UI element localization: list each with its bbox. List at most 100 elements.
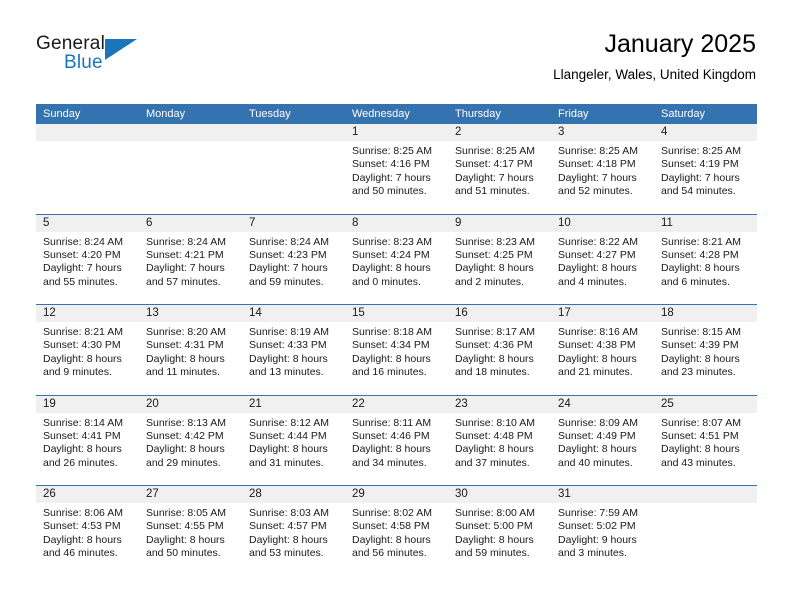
day-sun-info: Sunrise: 8:23 AM Sunset: 4:24 PM Daylight:…	[345, 232, 448, 290]
daylight-text-line1: Daylight: 7 hours	[558, 171, 637, 184]
sunset-text: Sunset: 4:36 PM	[455, 339, 533, 352]
calendar-day-cell[interactable]: 18 Sunrise: 8:15 AM Sunset: 4:39 PM Dayligh…	[654, 305, 757, 395]
sunset-text: Sunset: 4:58 PM	[352, 520, 430, 533]
day-number: 10	[551, 214, 654, 232]
sunset-text: Sunset: 5:00 PM	[455, 520, 533, 533]
calendar-day-cell[interactable]: 16 Sunrise: 8:17 AM Sunset: 4:36 PM Dayligh…	[448, 305, 551, 395]
daylight-text-line2: and 50 minutes.	[352, 185, 427, 198]
sunrise-text: Sunrise: 8:16 AM	[558, 326, 638, 338]
day-sun-info: Sunrise: 8:05 AM Sunset: 4:55 PM Daylight:…	[139, 503, 242, 561]
day-sun-info: Sunrise: 8:24 AM Sunset: 4:21 PM Daylight:…	[139, 232, 242, 290]
calendar-day-cell[interactable]: 3 Sunrise: 8:25 AM Sunset: 4:18 PM Daylight…	[551, 124, 654, 214]
day-number: 12	[36, 305, 139, 322]
daylight-text-line2: and 2 minutes.	[455, 275, 524, 288]
day-sun-info: Sunrise: 8:16 AM Sunset: 4:38 PM Daylight:…	[551, 322, 654, 380]
daylight-text-line2: and 56 minutes.	[352, 547, 427, 560]
logo-text-blue: Blue	[64, 52, 103, 73]
sunrise-text: Sunrise: 8:05 AM	[146, 507, 226, 519]
daylight-text-line2: and 59 minutes.	[249, 275, 324, 288]
day-sun-info: Sunrise: 8:22 AM Sunset: 4:27 PM Daylight:…	[551, 232, 654, 290]
sunrise-text: Sunrise: 8:24 AM	[249, 235, 329, 248]
day-number: 18	[654, 305, 757, 322]
calendar-day-cell[interactable]: 8 Sunrise: 8:23 AM Sunset: 4:24 PM Daylight…	[345, 214, 448, 304]
day-number: 8	[345, 214, 448, 232]
day-number	[242, 124, 345, 141]
calendar-day-cell[interactable]: 14 Sunrise: 8:19 AM Sunset: 4:33 PM Dayligh…	[242, 305, 345, 395]
sunset-text: Sunset: 4:28 PM	[661, 248, 739, 261]
daylight-text-line1: Daylight: 8 hours	[352, 262, 431, 275]
day-sun-info: Sunrise: 8:25 AM Sunset: 4:17 PM Daylight:…	[448, 141, 551, 199]
calendar-day-cell[interactable]: 6 Sunrise: 8:24 AM Sunset: 4:21 PM Daylight…	[139, 214, 242, 304]
calendar-grid: Sunday Monday Tuesday Wednesday Thursday…	[36, 104, 757, 576]
daylight-text-line1: Daylight: 7 hours	[661, 171, 740, 184]
daylight-text-line2: and 11 minutes.	[146, 366, 220, 379]
sunset-text: Sunset: 4:55 PM	[146, 520, 224, 533]
calendar-day-cell[interactable]: 22 Sunrise: 8:11 AM Sunset: 4:46 PM Dayligh…	[345, 395, 448, 485]
daylight-text-line2: and 16 minutes.	[352, 366, 427, 379]
calendar-day-cell[interactable]: 31 Sunrise: 7:59 AM Sunset: 5:02 PM Dayligh…	[551, 486, 654, 576]
daylight-text-line1: Daylight: 8 hours	[146, 533, 225, 546]
calendar-day-cell[interactable]: 7 Sunrise: 8:24 AM Sunset: 4:23 PM Daylight…	[242, 214, 345, 304]
daylight-text-line2: and 50 minutes.	[146, 547, 221, 560]
calendar-day-cell[interactable]: 24 Sunrise: 8:09 AM Sunset: 4:49 PM Dayligh…	[551, 395, 654, 485]
calendar-day-cell[interactable]: 19 Sunrise: 8:14 AM Sunset: 4:41 PM Dayligh…	[36, 395, 139, 485]
daylight-text-line1: Daylight: 8 hours	[558, 443, 637, 456]
daylight-text-line1: Daylight: 8 hours	[249, 352, 328, 365]
sunset-text: Sunset: 5:02 PM	[558, 520, 636, 533]
daylight-text-line2: and 55 minutes.	[43, 275, 118, 288]
title-block: January 2025 Llangeler, Wales, United Ki…	[553, 28, 756, 85]
calendar-day-cell[interactable]: 23 Sunrise: 8:10 AM Sunset: 4:48 PM Dayligh…	[448, 395, 551, 485]
calendar-day-cell[interactable]: 28 Sunrise: 8:03 AM Sunset: 4:57 PM Dayligh…	[242, 486, 345, 576]
calendar-day-cell[interactable]: 30 Sunrise: 8:00 AM Sunset: 5:00 PM Dayligh…	[448, 486, 551, 576]
weekday-header-thursday: Thursday	[455, 108, 501, 120]
sunrise-text: Sunrise: 8:12 AM	[249, 416, 329, 429]
calendar-day-cell[interactable]: 29 Sunrise: 8:02 AM Sunset: 4:58 PM Dayligh…	[345, 486, 448, 576]
day-number: 31	[551, 486, 654, 503]
day-number: 25	[654, 395, 757, 413]
calendar-day-cell[interactable]: 10 Sunrise: 8:22 AM Sunset: 4:27 PM Dayligh…	[551, 214, 654, 304]
calendar-day-cell[interactable]: 11 Sunrise: 8:21 AM Sunset: 4:28 PM Dayligh…	[654, 214, 757, 304]
daylight-text-line1: Daylight: 8 hours	[661, 262, 740, 275]
calendar-day-cell[interactable]: 9 Sunrise: 8:23 AM Sunset: 4:25 PM Daylight…	[448, 214, 551, 304]
daylight-text-line1: Daylight: 8 hours	[455, 443, 534, 456]
daylight-text-line1: Daylight: 8 hours	[43, 352, 122, 365]
daylight-text-line2: and 46 minutes.	[43, 547, 118, 560]
day-sun-info: Sunrise: 8:20 AM Sunset: 4:31 PM Daylight:…	[139, 322, 242, 380]
calendar-day-cell[interactable]: 21 Sunrise: 8:12 AM Sunset: 4:44 PM Dayligh…	[242, 395, 345, 485]
sunrise-text: Sunrise: 8:25 AM	[661, 145, 741, 157]
daylight-text-line1: Daylight: 8 hours	[249, 533, 328, 546]
calendar-day-cell[interactable]: 15 Sunrise: 8:18 AM Sunset: 4:34 PM Dayligh…	[345, 305, 448, 395]
sunrise-text: Sunrise: 8:10 AM	[455, 416, 535, 429]
day-sun-info: Sunrise: 8:23 AM Sunset: 4:25 PM Daylight:…	[448, 232, 551, 290]
daylight-text-line1: Daylight: 8 hours	[352, 352, 431, 365]
day-number: 4	[654, 124, 757, 141]
calendar-day-cell[interactable]: 4 Sunrise: 8:25 AM Sunset: 4:19 PM Daylight…	[654, 124, 757, 214]
calendar-day-cell[interactable]: 27 Sunrise: 8:05 AM Sunset: 4:55 PM Dayligh…	[139, 486, 242, 576]
calendar-week-row: 19 Sunrise: 8:14 AM Sunset: 4:41 PM Dayligh…	[36, 394, 757, 485]
daylight-text-line2: and 6 minutes.	[661, 275, 730, 288]
calendar-day-cell[interactable]: 5 Sunrise: 8:24 AM Sunset: 4:20 PM Daylight…	[36, 214, 139, 304]
sunrise-text: Sunrise: 8:17 AM	[455, 326, 535, 338]
calendar-day-cell[interactable]: 12 Sunrise: 8:21 AM Sunset: 4:30 PM Dayligh…	[36, 305, 139, 395]
calendar-day-cell[interactable]: 26 Sunrise: 8:06 AM Sunset: 4:53 PM Dayligh…	[36, 486, 139, 576]
daylight-text-line1: Daylight: 8 hours	[146, 443, 225, 456]
weekday-header-wednesday: Wednesday	[352, 108, 410, 120]
sunset-text: Sunset: 4:46 PM	[352, 429, 430, 442]
sunrise-text: Sunrise: 8:03 AM	[249, 507, 329, 519]
calendar-day-cell[interactable]: 13 Sunrise: 8:20 AM Sunset: 4:31 PM Dayligh…	[139, 305, 242, 395]
calendar-day-cell[interactable]: 20 Sunrise: 8:13 AM Sunset: 4:42 PM Dayligh…	[139, 395, 242, 485]
daylight-text-line1: Daylight: 8 hours	[558, 262, 637, 275]
calendar-day-cell[interactable]: 2 Sunrise: 8:25 AM Sunset: 4:17 PM Daylight…	[448, 124, 551, 214]
day-number: 7	[242, 214, 345, 232]
daylight-text-line2: and 29 minutes.	[146, 456, 221, 469]
calendar-day-cell[interactable]: 25 Sunrise: 8:07 AM Sunset: 4:51 PM Dayligh…	[654, 395, 757, 485]
day-number: 11	[654, 214, 757, 232]
sunset-text: Sunset: 4:16 PM	[352, 158, 430, 171]
calendar-day-cell[interactable]: 1 Sunrise: 8:25 AM Sunset: 4:16 PM Daylight…	[345, 124, 448, 214]
day-number: 22	[345, 395, 448, 413]
daylight-text-line2: and 43 minutes.	[661, 456, 736, 469]
sunrise-text: Sunrise: 8:24 AM	[43, 235, 123, 248]
sunset-text: Sunset: 4:34 PM	[352, 339, 430, 352]
day-sun-info: Sunrise: 8:02 AM Sunset: 4:58 PM Daylight:…	[345, 503, 448, 561]
calendar-day-cell[interactable]: 17 Sunrise: 8:16 AM Sunset: 4:38 PM Dayligh…	[551, 305, 654, 395]
